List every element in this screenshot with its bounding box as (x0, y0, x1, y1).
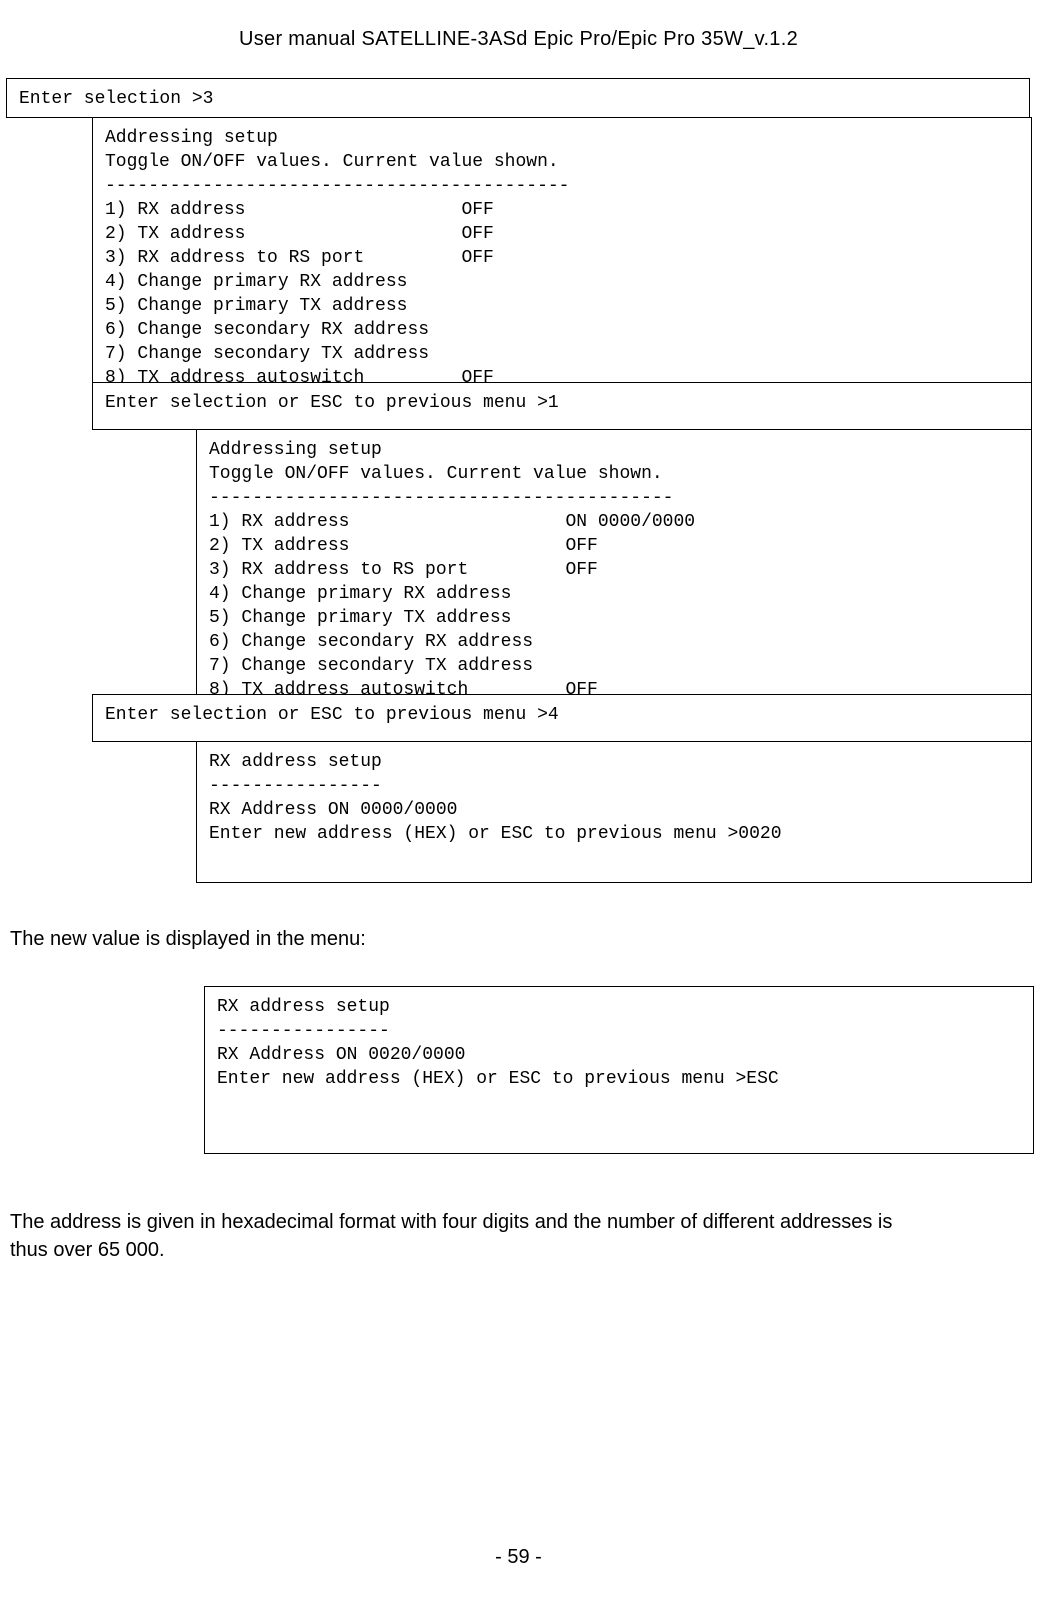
prompt-box-enter-selection-3: Enter selection >3 (6, 78, 1030, 118)
menu-line-1: 1) RX address ON 0000/0000 (209, 510, 1019, 534)
prompt-text: Enter selection or ESC to previous menu … (105, 393, 559, 413)
menu-title: RX address setup (209, 750, 1019, 774)
menu-line-1: RX Address ON 0020/0000 (217, 1043, 1021, 1067)
prompt-text: Enter selection >3 (19, 89, 213, 109)
menu-title: Addressing setup (105, 126, 1019, 150)
narrative-text-1: The new value is displayed in the menu: (10, 928, 366, 951)
menu-box-addressing-setup-1: Addressing setup Toggle ON/OFF values. C… (92, 117, 1032, 383)
menu-line-2: Enter new address (HEX) or ESC to previo… (209, 822, 1019, 846)
prompt-text: Enter selection or ESC to previous menu … (105, 705, 559, 725)
menu-divider: ---------------- (209, 774, 1019, 798)
menu-line-3: 3) RX address to RS port OFF (105, 246, 1019, 270)
menu-divider: ----------------------------------------… (105, 174, 1019, 198)
menu-line-1: RX Address ON 0000/0000 (209, 798, 1019, 822)
menu-divider: ---------------- (217, 1019, 1021, 1043)
menu-line-5: 5) Change primary TX address (209, 606, 1019, 630)
menu-box-rx-address-setup-1: RX address setup ---------------- RX Add… (196, 741, 1032, 883)
menu-line-1: 1) RX address OFF (105, 198, 1019, 222)
menu-line-7: 7) Change secondary TX address (209, 654, 1019, 678)
prompt-box-enter-selection-4: Enter selection or ESC to previous menu … (92, 694, 1032, 742)
menu-subtitle: Toggle ON/OFF values. Current value show… (209, 462, 1019, 486)
menu-line-3: 3) RX address to RS port OFF (209, 558, 1019, 582)
menu-line-2: Enter new address (HEX) or ESC to previo… (217, 1067, 1021, 1091)
menu-box-addressing-setup-2: Addressing setup Toggle ON/OFF values. C… (196, 429, 1032, 695)
menu-line-2: 2) TX address OFF (209, 534, 1019, 558)
menu-line-7: 7) Change secondary TX address (105, 342, 1019, 366)
prompt-box-enter-selection-1: Enter selection or ESC to previous menu … (92, 382, 1032, 430)
menu-line-6: 6) Change secondary RX address (105, 318, 1019, 342)
menu-title: Addressing setup (209, 438, 1019, 462)
menu-line-2: 2) TX address OFF (105, 222, 1019, 246)
menu-title: RX address setup (217, 995, 1021, 1019)
menu-box-rx-address-setup-2: RX address setup ---------------- RX Add… (204, 986, 1034, 1154)
menu-line-4: 4) Change primary RX address (105, 270, 1019, 294)
page-header: User manual SATELLINE-3ASd Epic Pro/Epic… (0, 28, 1037, 51)
menu-divider: ----------------------------------------… (209, 486, 1019, 510)
menu-line-6: 6) Change secondary RX address (209, 630, 1019, 654)
page-footer: - 59 - (0, 1546, 1037, 1569)
narrative-text-2: The address is given in hexadecimal form… (10, 1208, 910, 1264)
menu-line-4: 4) Change primary RX address (209, 582, 1019, 606)
menu-line-5: 5) Change primary TX address (105, 294, 1019, 318)
menu-subtitle: Toggle ON/OFF values. Current value show… (105, 150, 1019, 174)
